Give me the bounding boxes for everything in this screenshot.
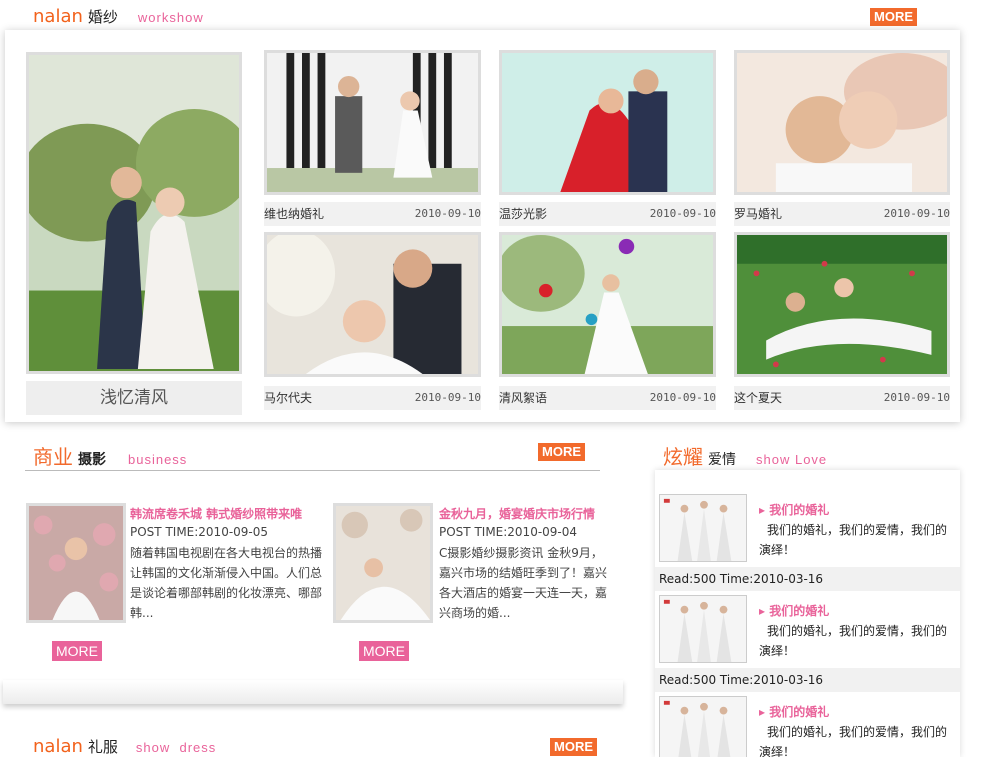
gallery-caption-name: 罗马婚礼 (734, 207, 783, 221)
gallery-caption-1[interactable]: 维也纳婚礼 2010-09-10 (264, 202, 481, 226)
gallery-caption-name: 温莎光影 (499, 207, 548, 221)
love-entry-1-body: 我们的婚礼，我们的爱情，我们的演绎！ (759, 523, 948, 557)
gallery-caption-date: 2010-09-10 (414, 391, 481, 404)
gallery-photo-4[interactable] (264, 232, 481, 377)
feature-photo[interactable] (26, 52, 242, 374)
business-section-header: 商业 摄影 business (33, 441, 187, 470)
love-entry-title-text: 我们的婚礼 (769, 604, 830, 618)
gallery-photo-3[interactable] (734, 50, 950, 195)
business-article-1-more-button[interactable]: MORE (52, 641, 102, 661)
gallery-caption-name: 马尔代夫 (264, 391, 313, 405)
love-entry-title-text: 我们的婚礼 (769, 503, 830, 517)
love-subtitle-en: show Love (756, 452, 828, 467)
gallery-caption-4[interactable]: 马尔代夫 2010-09-10 (264, 386, 481, 410)
feature-caption[interactable]: 浅忆清风 (26, 381, 242, 415)
gallery-photo-5[interactable] (499, 232, 716, 377)
love-section-header: 炫耀 爱情 show Love (663, 441, 827, 470)
love-entry-3-title[interactable]: ▸ 我们的婚礼 (759, 703, 829, 720)
love-entry-1-title[interactable]: ▸ 我们的婚礼 (759, 501, 829, 518)
gallery-caption-name: 维也纳婚礼 (264, 207, 325, 221)
business-article-body-line: 随着韩国电视剧在各大电视台的热播 (130, 546, 323, 560)
wedding-logo-en: nalan (33, 6, 83, 27)
love-entry-2-title[interactable]: ▸ 我们的婚礼 (759, 602, 829, 619)
love-entry-1-thumb[interactable] (659, 494, 747, 562)
gallery-caption-5[interactable]: 清风絮语 2010-09-10 (499, 386, 716, 410)
dress-more-button[interactable]: MORE (550, 738, 597, 756)
gallery-caption-date: 2010-09-10 (649, 207, 716, 220)
business-article-2-post-time: POST TIME:2010-09-04 (439, 525, 578, 539)
love-title-cn-2: 爱情 (708, 452, 736, 468)
caret-right-icon: ▸ (759, 503, 770, 517)
love-entry-3-body: 我们的婚礼，我们的爱情，我们的演绎！ (759, 725, 948, 757)
love-entry-2-thumb[interactable] (659, 595, 747, 663)
love-entry-1-meta: Read:500 Time:2010-03-16 (655, 567, 960, 591)
wedding-section-header: nalan 婚纱 workshow (33, 6, 204, 30)
business-article-2-title[interactable]: 金秋九月，婚宴婚庆市场行情 (439, 505, 595, 522)
business-article-body-line: 韩... (130, 606, 154, 620)
love-entry-2-meta: Read:500 Time:2010-03-16 (655, 668, 960, 692)
gallery-photo-2[interactable] (499, 50, 716, 195)
business-article-1-body: 随着韩国电视剧在各大电视台的热播 让韩国的文化渐渐侵入中国。人们总 是谈论着哪部… (130, 543, 322, 623)
business-article-2-thumb[interactable] (333, 503, 433, 623)
love-entry-title-text: 我们的婚礼 (769, 705, 830, 719)
love-entry-3-thumb[interactable] (659, 696, 747, 757)
business-section-footer-bar (3, 680, 623, 704)
business-article-2-more-button[interactable]: MORE (359, 641, 409, 661)
dress-title-cn: 礼服 (87, 738, 118, 756)
business-subtitle-en: business (128, 452, 188, 467)
gallery-caption-3[interactable]: 罗马婚礼 2010-09-10 (734, 202, 950, 226)
gallery-caption-6[interactable]: 这个夏天 2010-09-10 (734, 386, 950, 410)
business-article-body-line: 各大酒店的婚宴一天连一天，嘉 (439, 586, 608, 600)
business-article-body-line: C摄影婚纱摄影资讯 金秋9月， (439, 546, 603, 560)
dress-section-header: nalan 礼服 show dress (33, 736, 216, 757)
business-article-1-post-time: POST TIME:2010-09-05 (130, 525, 269, 539)
dress-subtitle-en: show dress (135, 740, 217, 755)
gallery-photo-6[interactable] (734, 232, 950, 377)
business-article-1-title[interactable]: 韩流席卷禾城 韩式婚纱照带来唯 (130, 505, 302, 522)
business-article-2-body: C摄影婚纱摄影资讯 金秋9月， 嘉兴市场的结婚旺季到了！嘉兴 各大酒店的婚宴一天… (439, 543, 607, 623)
gallery-caption-2[interactable]: 温莎光影 2010-09-10 (499, 202, 716, 226)
wedding-more-button[interactable]: MORE (870, 8, 917, 26)
business-title-cn-2: 摄影 (78, 452, 106, 468)
dress-logo-en: nalan (33, 736, 83, 757)
business-article-body-line: 让韩国的文化渐渐侵入中国。人们总 (130, 566, 323, 580)
business-article-body-line: 是谈论着哪部韩剧的化妆漂亮、哪部 (130, 586, 323, 600)
caret-right-icon: ▸ (759, 604, 770, 618)
wedding-subtitle-en: workshow (137, 10, 204, 25)
gallery-photo-1[interactable] (264, 50, 481, 195)
gallery-caption-date: 2010-09-10 (414, 207, 481, 220)
gallery-caption-date: 2010-09-10 (883, 207, 950, 220)
business-article-body-line: 嘉兴市场的结婚旺季到了！嘉兴 (439, 566, 608, 580)
love-panel: ▸ 我们的婚礼 我们的婚礼，我们的爱情，我们的演绎！ Read:500 Time… (655, 470, 960, 757)
gallery-caption-date: 2010-09-10 (883, 391, 950, 404)
gallery-caption-name: 这个夏天 (734, 391, 783, 405)
caret-right-icon: ▸ (759, 705, 770, 719)
business-article-1-thumb[interactable] (26, 503, 126, 623)
business-article-body-line: 兴商场的婚... (439, 606, 511, 620)
gallery-caption-name: 清风絮语 (499, 391, 548, 405)
business-more-button[interactable]: MORE (538, 443, 585, 461)
business-divider (25, 470, 600, 471)
business-title-cn-1: 商业 (33, 445, 73, 469)
wedding-title-cn: 婚纱 (87, 8, 118, 26)
love-title-cn-1: 炫耀 (663, 445, 703, 469)
gallery-caption-date: 2010-09-10 (649, 391, 716, 404)
love-entry-2-body: 我们的婚礼，我们的爱情，我们的演绎！ (759, 624, 948, 658)
